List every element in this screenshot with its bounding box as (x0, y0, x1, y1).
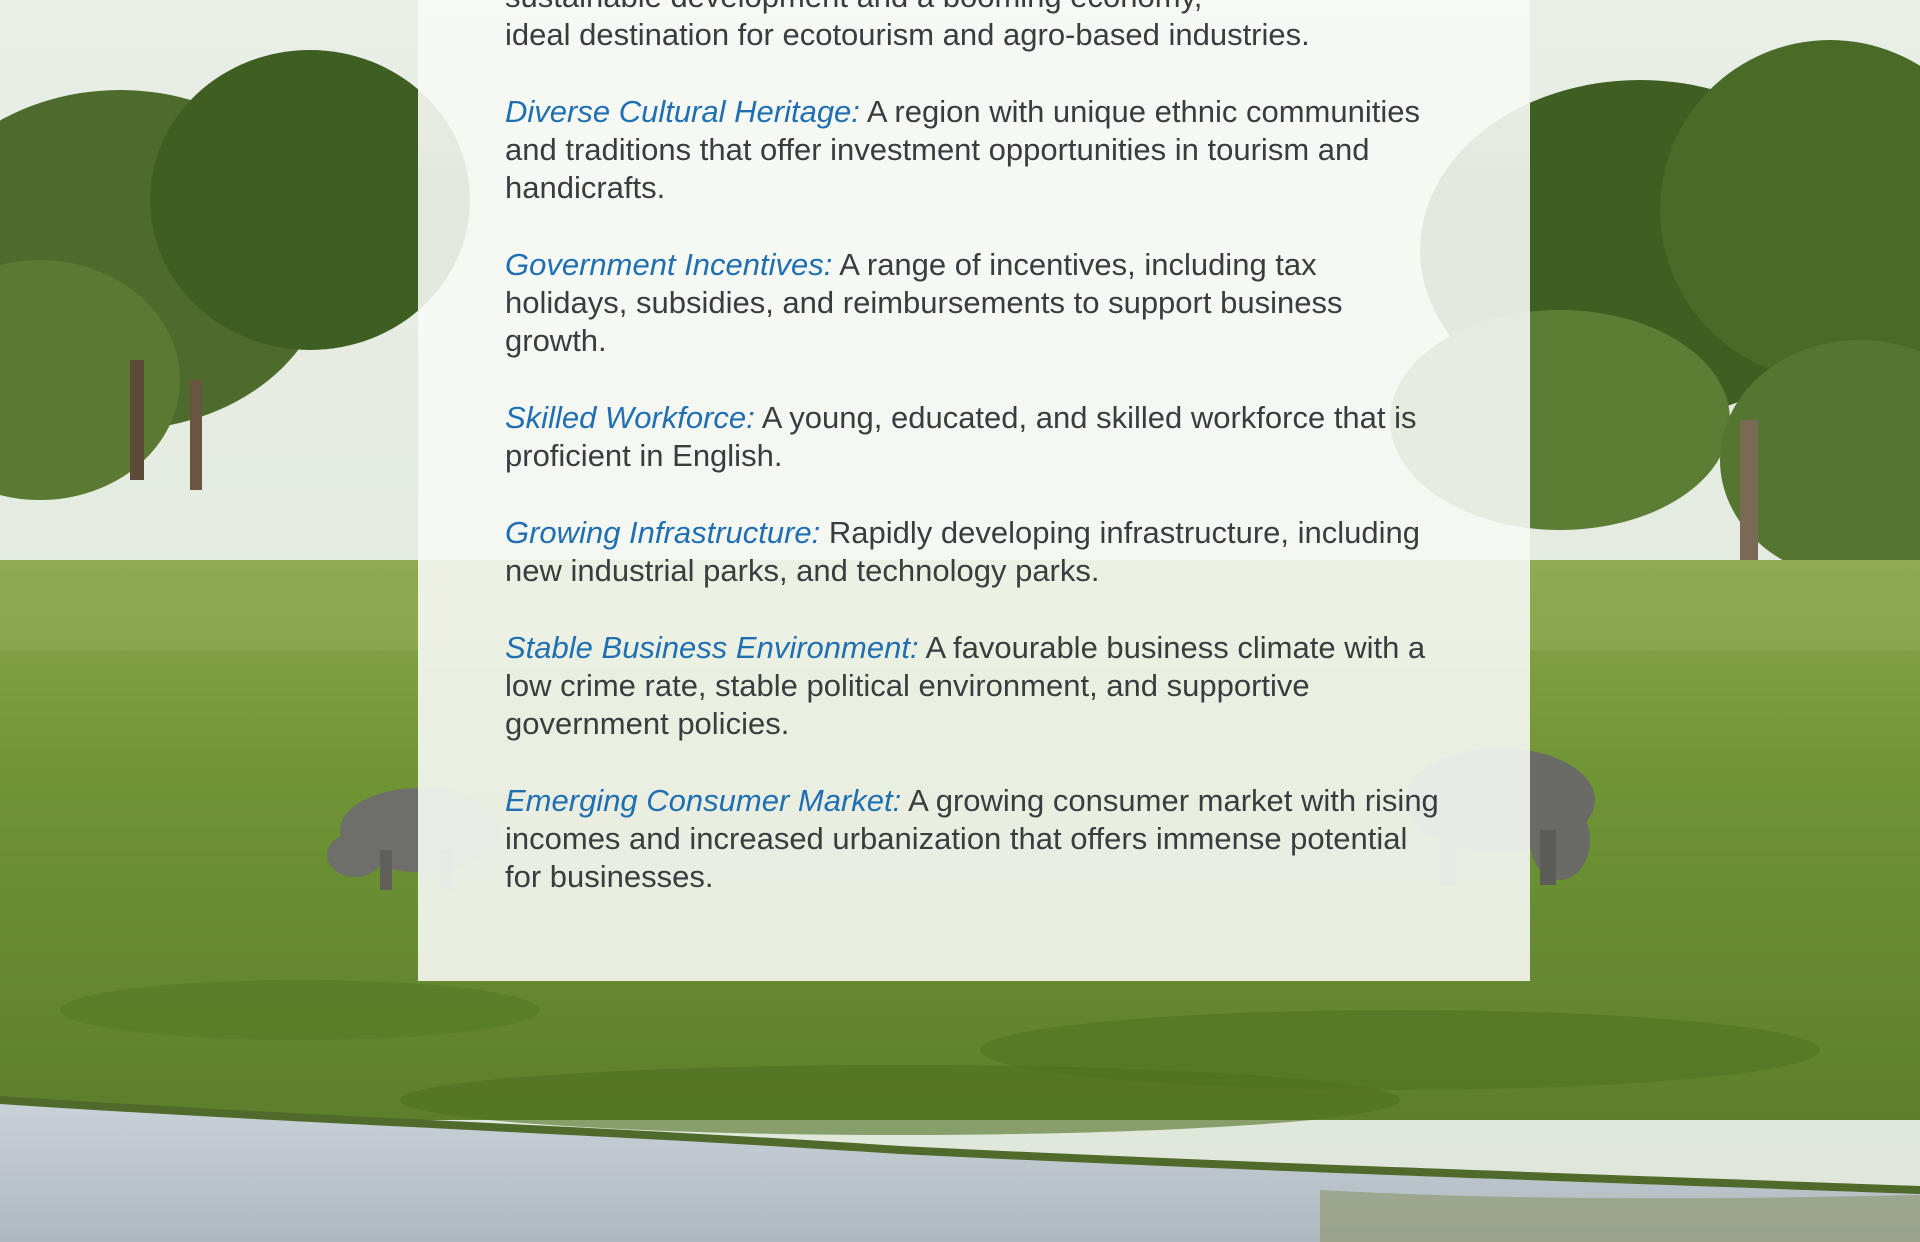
advantage-term: Emerging Consumer Market: (505, 783, 902, 818)
advantage-term: Stable Business Environment: (505, 630, 919, 665)
advantage-item-growing-infrastructure: Growing Infrastructure: Rapidly developi… (505, 514, 1445, 590)
advantage-term: Government Incentives: (505, 247, 833, 282)
advantage-item-skilled-workforce: Skilled Workforce: A young, educated, an… (505, 399, 1445, 475)
intro-paragraph: sustainable development and a booming ec… (505, 0, 1445, 54)
advantage-item-stable-business-environment: Stable Business Environment: A favourabl… (505, 629, 1445, 743)
intro-line-2: ideal destination for ecotourism and agr… (505, 17, 1310, 52)
advantage-term: Skilled Workforce: (505, 400, 755, 435)
intro-line-1: sustainable development and a booming ec… (505, 0, 1202, 14)
advantage-item-cultural-heritage: Diverse Cultural Heritage: A region with… (505, 93, 1445, 207)
advantage-item-government-incentives: Government Incentives: A range of incent… (505, 246, 1445, 360)
advantages-text: sustainable development and a booming ec… (505, 0, 1445, 935)
advantage-term: Growing Infrastructure: (505, 515, 821, 550)
advantage-term: Diverse Cultural Heritage: (505, 94, 860, 129)
advantage-item-emerging-consumer-market: Emerging Consumer Market: A growing cons… (505, 782, 1445, 896)
